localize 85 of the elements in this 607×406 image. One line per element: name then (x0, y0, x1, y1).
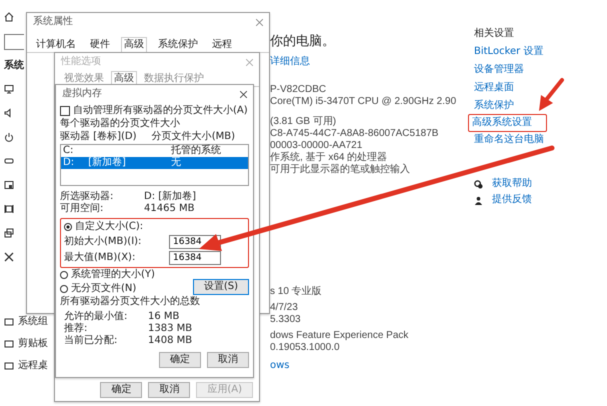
field-value: 1408 MB (148, 335, 194, 347)
field-label: 推荐: (64, 323, 88, 334)
spec-value: dows Feature Experience Pack (270, 330, 408, 342)
settings-link[interactable]: 远程桌面 (474, 82, 514, 94)
windows-link[interactable]: ows (270, 360, 290, 372)
radio-label: 系统管理的大小(Y) (71, 269, 155, 281)
tab[interactable]: 数据执行保护 (141, 71, 207, 86)
multitask-icon[interactable] (4, 204, 14, 214)
settings-link[interactable]: 高级系统设置 (472, 117, 532, 128)
spec-value: 4/7/23 (270, 302, 299, 314)
tab[interactable]: 系统保护 (155, 37, 201, 52)
radio-button[interactable] (60, 271, 68, 279)
search-field[interactable] (4, 34, 24, 50)
field-value: 41465 MB (144, 203, 196, 215)
page-subtitle: 你的电脑。 (270, 34, 335, 50)
field-value: D: [新加卷] (144, 191, 198, 203)
spec-value: 00003-00000-AA721 (270, 140, 364, 152)
nav-icon[interactable] (4, 317, 14, 327)
related-heading: 相关设置 (474, 28, 514, 40)
window-title: 系统属性 (33, 16, 73, 28)
settings-link[interactable]: 设备管理器 (474, 64, 524, 76)
close-icon[interactable] (240, 90, 247, 98)
spec-value: 5.3303 (270, 314, 302, 326)
battery-icon[interactable] (4, 156, 14, 166)
field-value: 1383 MB (148, 323, 194, 335)
column-header: 驱动器 [卷标](D) (60, 131, 136, 143)
dialog-button[interactable]: 确定 (159, 352, 201, 368)
spec-value: 可用于此显示器的笔或触控输入 (270, 164, 411, 176)
spec-value: (3.81 GB 可用) (270, 116, 338, 128)
sidebar-heading: 系统 (4, 60, 24, 72)
tab[interactable]: 远程 (209, 37, 235, 52)
pointer-arrow (539, 78, 564, 111)
drive-row[interactable]: D: [新加卷] 无 (61, 157, 248, 169)
spec-value: P-V82CDBC (270, 84, 328, 96)
input-field[interactable]: 16384 (169, 251, 221, 265)
spec-value: 0.19053.1000.0 (270, 342, 341, 354)
help-link[interactable]: 提供反馈 (492, 194, 532, 206)
tab[interactable]: 硬件 (87, 37, 113, 52)
section-label: 每个驱动器的分页文件大小 (60, 118, 181, 130)
nav-icon[interactable] (4, 361, 14, 371)
sidebar-item[interactable]: 远程桌 (18, 360, 48, 372)
help-link[interactable]: 获取帮助 (492, 178, 532, 190)
spec-value: s 10 专业版 (270, 286, 323, 298)
person-icon[interactable] (474, 196, 483, 204)
field-label: 允许的最小值: (64, 311, 128, 322)
help-icon[interactable] (474, 180, 483, 188)
sidebar-item[interactable]: 系统组 (18, 316, 48, 328)
field-label: 所选驱动器: (60, 191, 114, 202)
field-label: 最大值(MB)(X): (64, 252, 136, 264)
spec-value: Core(TM) i5-3470T CPU @ 2.90GHz 2.90 (270, 96, 456, 108)
window-title: 性能选项 (61, 56, 101, 68)
power-icon[interactable] (4, 132, 14, 142)
monitor-icon[interactable] (4, 84, 14, 94)
column-header: 分页文件大小(MB) (152, 131, 235, 143)
field-label: 当前已分配: (64, 335, 118, 347)
home-icon[interactable] (4, 12, 14, 22)
checkbox-label: 自动管理所有驱动器的分页文件大小(A) (73, 105, 248, 117)
radio-button[interactable] (64, 223, 72, 231)
tab[interactable]: 视觉效果 (61, 71, 107, 86)
details-link[interactable]: 详细信息 (270, 56, 310, 68)
radio-label: 无分页文件(N) (71, 283, 136, 295)
spec-value: C8-A745-44C7-A8A8-86007AC5187B (270, 128, 440, 140)
tab[interactable]: 高级 (121, 37, 147, 52)
dialog-button[interactable]: 取消 (207, 352, 249, 368)
dialog-button[interactable]: 取消 (148, 382, 190, 398)
drive-row[interactable]: C: 托管的系统 (61, 145, 248, 157)
window-title: 虚拟内存 (62, 88, 102, 100)
checkbox[interactable] (60, 106, 70, 116)
sidebar-item[interactable]: 剪贴板 (18, 338, 48, 350)
section-label: 所有驱动器分页文件大小的总数 (60, 296, 201, 308)
field-label: 初始大小(MB)(I): (64, 236, 142, 248)
tab[interactable]: 计算机名 (33, 37, 79, 52)
field-label: 可用空间: (60, 203, 104, 215)
set-button[interactable]: 设置(S) (192, 279, 249, 295)
settings-link[interactable]: 重命名这台电脑 (474, 134, 544, 146)
nav-icon[interactable] (4, 339, 14, 349)
radio-button[interactable] (60, 285, 68, 293)
dialog-button[interactable]: 确定 (100, 382, 142, 398)
windows-icon[interactable] (4, 228, 14, 238)
settings-link[interactable]: 系统保护 (474, 100, 514, 112)
field-value: 16 MB (148, 311, 180, 323)
tablet-icon[interactable] (4, 180, 14, 190)
settings-link[interactable]: BitLocker 设置 (474, 46, 544, 58)
radio-label: 自定义大小(C): (75, 221, 144, 233)
spec-value: 作系统, 基于 x64 的处理器 (270, 152, 388, 164)
